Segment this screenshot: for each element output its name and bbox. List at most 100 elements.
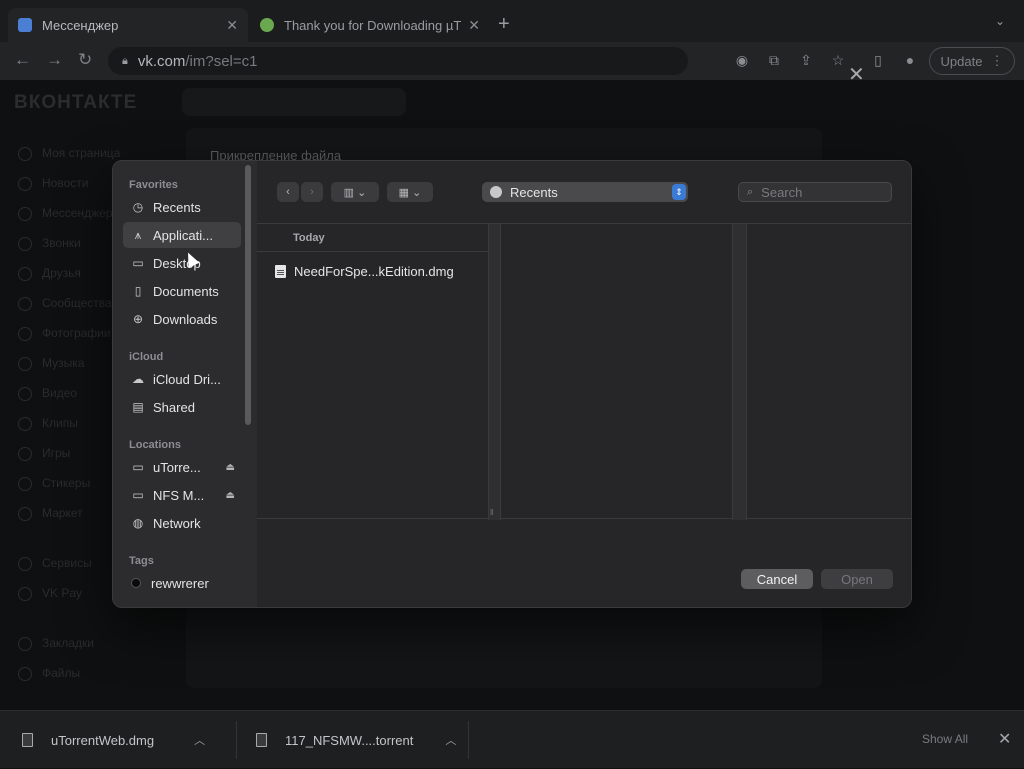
- google-icon[interactable]: ◉: [734, 52, 750, 68]
- eject-icon[interactable]: ⏏: [226, 490, 235, 501]
- sidebar-item-label: Shared: [153, 399, 195, 415]
- divider: [468, 721, 469, 759]
- sidebar-item-label: Documents: [153, 283, 219, 299]
- chevron-down-icon: ⌄: [412, 186, 422, 199]
- utorrent-favicon: [260, 18, 274, 32]
- vk-messenger-favicon: [18, 18, 32, 32]
- back-arrow-icon[interactable]: ←: [14, 50, 31, 70]
- eject-icon[interactable]: ⏏: [226, 462, 235, 473]
- back-button[interactable]: ‹: [277, 182, 299, 202]
- sidebar-item-utorrent-volume[interactable]: ▭ uTorre... ⏏: [123, 454, 241, 480]
- download-name: 117_NFSMW....torrent: [285, 732, 414, 748]
- cloud-icon: ☁: [132, 372, 144, 386]
- column-resize-handle[interactable]: [733, 224, 747, 520]
- tab-title: Thank you for Downloading µT: [284, 17, 462, 33]
- update-button[interactable]: Update ⋮: [929, 47, 1015, 75]
- column-header: Today: [293, 232, 325, 244]
- sidebar-item-recents[interactable]: ◷ Recents: [123, 194, 241, 220]
- tab-utorrent[interactable]: Thank you for Downloading µT ✕: [250, 8, 490, 42]
- browser-toolbar: ← → ↻ 🔒︎ vk.com/im?sel=c1 ◉ ⧉ ⇪ ☆ ▯ ● Up…: [0, 42, 1024, 80]
- downloads-bar: uTorrentWeb.dmg ︿ 117_NFSMW....torrent ︿…: [0, 710, 1024, 768]
- tab-search-chevron-icon[interactable]: ⌄: [995, 14, 1005, 28]
- applications-icon: ⩚: [134, 228, 142, 242]
- sidebar-item-label: Network: [153, 515, 201, 531]
- close-icon[interactable]: ✕: [998, 729, 1011, 749]
- tab-messenger[interactable]: Мессенджер ✕: [8, 8, 248, 42]
- update-label: Update: [940, 53, 983, 69]
- vk-logo: ВКОНТАКТЕ: [14, 92, 138, 113]
- shared-folder-icon: ▤: [132, 400, 144, 414]
- download-item[interactable]: 117_NFSMW....torrent ︿: [256, 711, 456, 769]
- sidebar-item-desktop[interactable]: ▭ Desktop: [123, 250, 241, 276]
- dialog-footer: Cancel Open: [257, 547, 911, 607]
- forward-arrow-icon[interactable]: →: [46, 50, 63, 70]
- network-icon: ◍: [132, 516, 144, 530]
- tab-title: Мессенджер: [42, 17, 119, 33]
- sidebar-item-applications[interactable]: ⩚ Applicati...: [123, 222, 241, 248]
- vk-modal-close-icon[interactable]: ✕: [848, 62, 865, 87]
- address-bar[interactable]: 🔒︎ vk.com/im?sel=c1: [108, 47, 688, 75]
- vk-search-input: [182, 88, 406, 116]
- download-name: uTorrentWeb.dmg: [51, 732, 155, 748]
- vk-nav-item: Клипы: [18, 416, 78, 431]
- bookmark-star-icon[interactable]: ☆: [830, 52, 846, 68]
- cancel-button[interactable]: Cancel: [741, 569, 813, 589]
- sidebar-item-documents[interactable]: ▯ Documents: [123, 278, 241, 304]
- tag-dot-icon: [131, 578, 141, 588]
- close-tab-icon[interactable]: ✕: [468, 17, 480, 34]
- column-view-button[interactable]: ▥ ⌄: [331, 182, 379, 202]
- updown-stepper-icon: ⇕: [672, 184, 686, 200]
- vk-nav-item: Новости: [18, 176, 88, 191]
- vk-nav-item: Мессенджер: [18, 206, 112, 221]
- chevron-up-icon[interactable]: ︿: [445, 732, 456, 748]
- vk-nav-item: Звонки: [18, 236, 81, 251]
- file-column: Today NeedForSpe...kEdition.dmg: [257, 224, 489, 520]
- download-icon: ⊕: [132, 312, 144, 326]
- clock-icon: [490, 186, 502, 198]
- sidebar-item-downloads[interactable]: ⊕ Downloads: [123, 306, 241, 332]
- file-icon: [275, 264, 286, 278]
- new-tab-button[interactable]: +: [498, 13, 510, 36]
- favorites-header: Favorites: [129, 179, 178, 191]
- translate-icon[interactable]: ⧉: [766, 52, 782, 68]
- tab-strip: Мессенджер ✕ Thank you for Downloading µ…: [0, 0, 1024, 46]
- vk-nav-item: Сервисы: [18, 556, 92, 571]
- vk-nav-item: Закладки: [18, 636, 94, 651]
- profile-icon[interactable]: ●: [902, 52, 918, 68]
- file-icon: [256, 733, 267, 747]
- clock-icon: ◷: [132, 200, 144, 214]
- disk-icon: ▭: [132, 488, 144, 502]
- sidebar-item-nfs-volume[interactable]: ▭ NFS M... ⏏: [123, 482, 241, 508]
- reload-icon[interactable]: ↻: [78, 50, 92, 70]
- vk-nav-item: Друзья: [18, 266, 81, 281]
- sidebar-item-label: Recents: [153, 199, 201, 215]
- vk-nav-item: Фотографии: [18, 326, 111, 341]
- open-button[interactable]: Open: [821, 569, 893, 589]
- file-row[interactable]: NeedForSpe...kEdition.dmg: [275, 261, 485, 281]
- disk-icon: ▭: [132, 460, 144, 474]
- search-icon: ⌕: [747, 185, 754, 198]
- share-icon[interactable]: ⇪: [798, 52, 814, 68]
- sidebar-item-tag[interactable]: rewwrerer: [123, 570, 241, 596]
- side-panel-icon[interactable]: ▯: [870, 52, 886, 68]
- show-all-button[interactable]: Show All: [922, 732, 968, 746]
- desktop-icon: ▭: [132, 256, 144, 270]
- group-by-button[interactable]: ▦ ⌄: [387, 182, 433, 202]
- sidebar-item-icloud-drive[interactable]: ☁ iCloud Dri...: [123, 366, 241, 392]
- column-resize-handle[interactable]: [489, 224, 501, 520]
- vk-nav-item: Сообщества: [18, 296, 112, 311]
- url-path: /im?sel=c1: [185, 52, 258, 70]
- location-popup[interactable]: Recents ⇕: [482, 182, 688, 202]
- chevron-up-icon[interactable]: ︿: [194, 732, 205, 748]
- resize-grip-icon[interactable]: ǁ: [490, 508, 493, 517]
- forward-button[interactable]: ›: [301, 182, 323, 202]
- sidebar-item-shared[interactable]: ▤ Shared: [123, 394, 241, 420]
- download-item[interactable]: uTorrentWeb.dmg ︿: [22, 711, 205, 769]
- sidebar-item-label: NFS M...: [153, 487, 205, 503]
- sidebar-scrollbar[interactable]: [245, 165, 251, 425]
- sidebar-item-network[interactable]: ◍ Network: [123, 510, 241, 536]
- icloud-header: iCloud: [129, 351, 164, 363]
- close-tab-icon[interactable]: ✕: [226, 17, 238, 34]
- search-input[interactable]: ⌕ Search: [738, 182, 892, 202]
- sidebar-item-label: iCloud Dri...: [153, 371, 221, 387]
